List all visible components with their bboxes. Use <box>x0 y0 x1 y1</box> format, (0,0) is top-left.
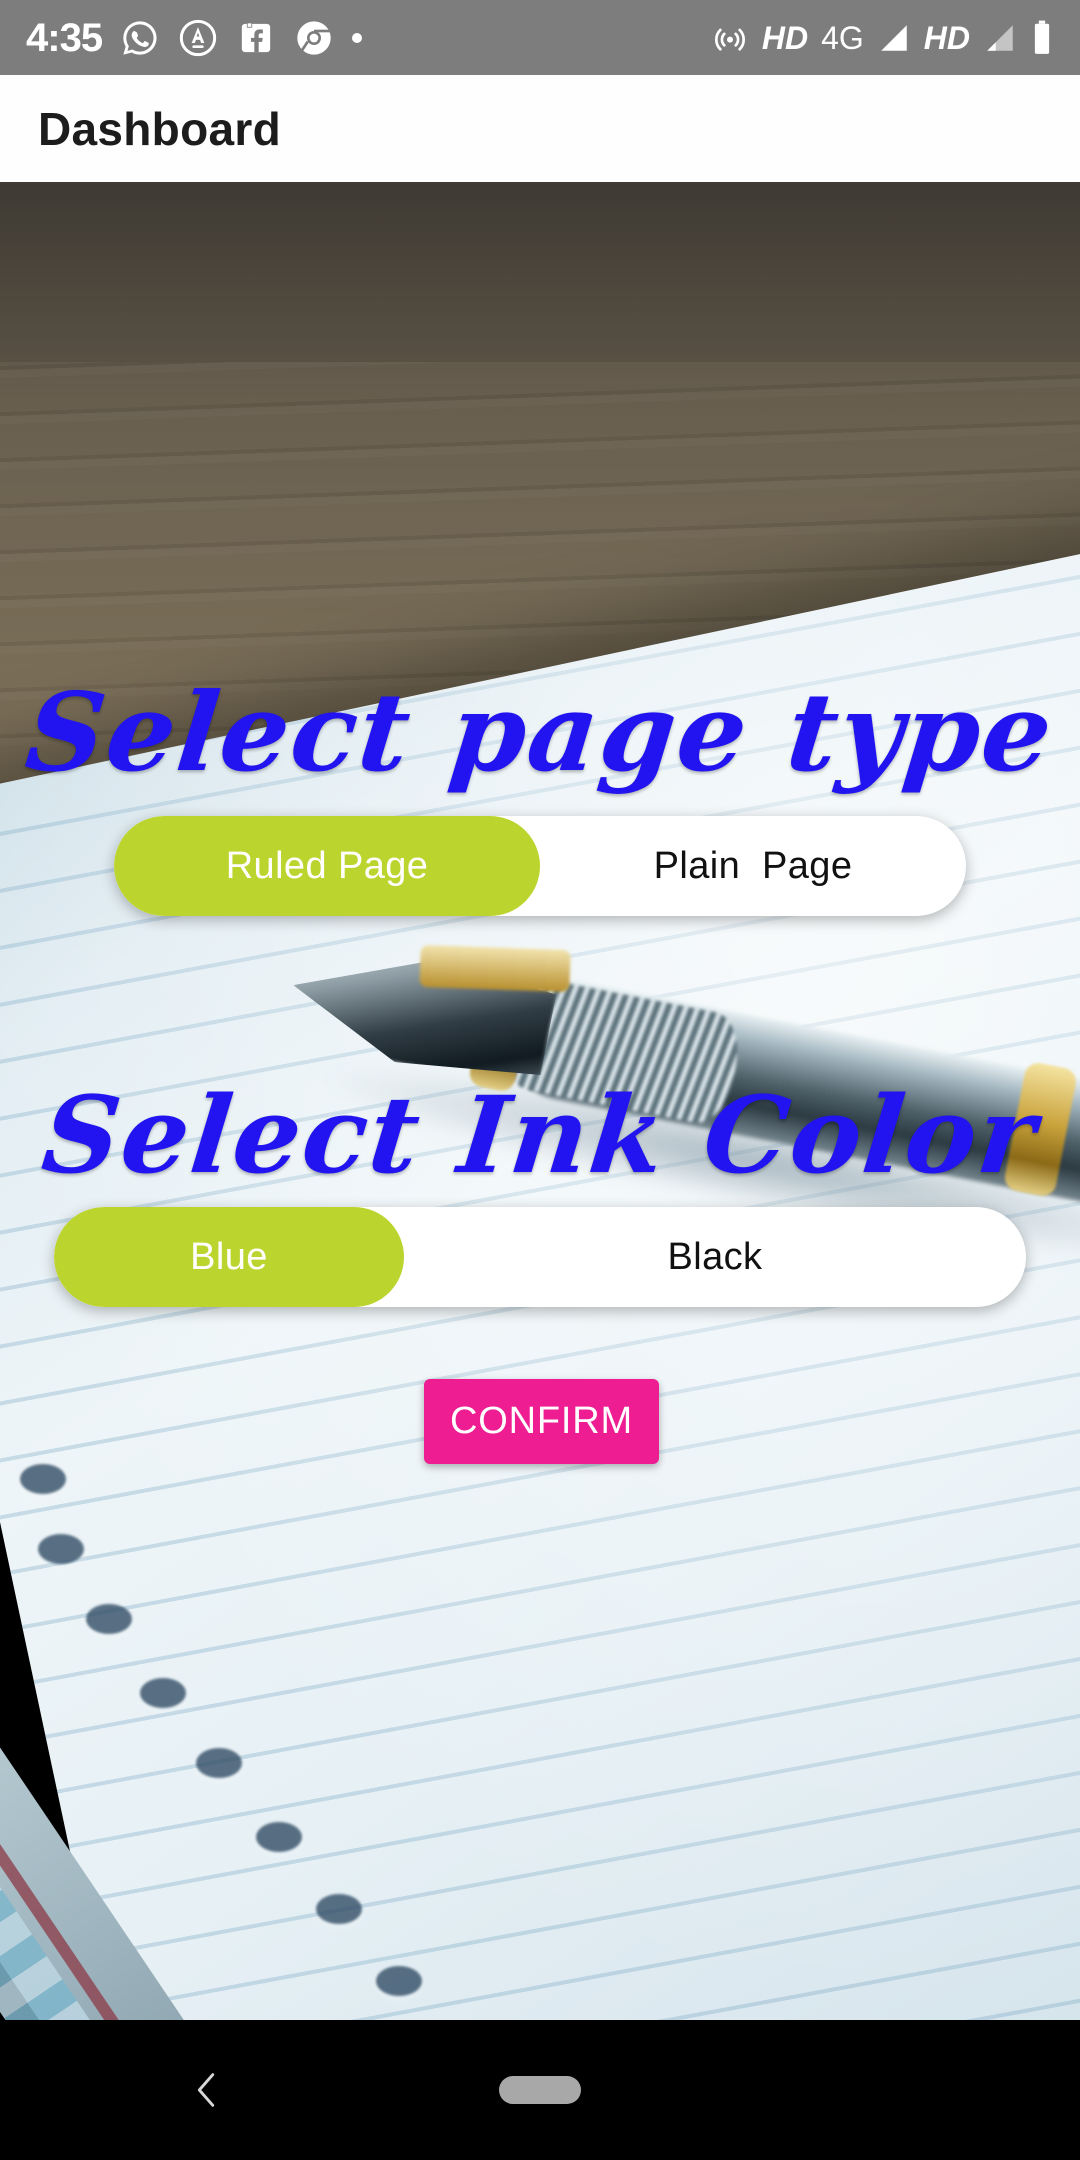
home-pill-icon[interactable] <box>499 2076 581 2104</box>
whatsapp-icon <box>120 18 160 58</box>
more-notifications-dot-icon <box>352 32 363 43</box>
chrome-icon <box>294 18 334 58</box>
ink-color-toggle[interactable]: Blue Black <box>54 1207 1026 1307</box>
facebook-icon <box>236 18 276 58</box>
signal-sim1-icon <box>877 21 911 55</box>
app-bar: Dashboard <box>0 75 1080 182</box>
page-title: Dashboard <box>38 102 281 155</box>
select-page-type-heading: Select page type <box>20 670 1060 796</box>
hd-voice-sim2-label: HD <box>923 19 970 56</box>
network-type-label: 4G <box>821 19 864 56</box>
ink-color-option-blue[interactable]: Blue <box>54 1207 404 1307</box>
page-type-toggle[interactable]: Ruled Page Plain Page <box>114 816 966 916</box>
phone-screen: 4:35 HD 4G HD Dashboard Select page type… <box>0 0 1080 2160</box>
controls-overlay: Select page type Ruled Page Plain Page S… <box>0 182 1080 2020</box>
ink-color-option-black[interactable]: Black <box>404 1207 1026 1307</box>
main-content: Select page type Ruled Page Plain Page S… <box>0 182 1080 2020</box>
confirm-button[interactable]: CONFIRM <box>424 1379 659 1464</box>
system-navigation-bar <box>0 2020 1080 2160</box>
status-bar: 4:35 HD 4G HD <box>0 0 1080 75</box>
page-type-option-plain[interactable]: Plain Page <box>540 816 966 916</box>
select-ink-color-heading: Select Ink Color <box>36 1072 1044 1197</box>
status-bar-clock: 4:35 <box>26 15 103 60</box>
hotspot-icon <box>711 19 749 57</box>
autodesk-icon <box>178 18 218 58</box>
hd-voice-sim1-label: HD <box>761 19 809 56</box>
back-chevron-icon[interactable] <box>180 2063 234 2117</box>
battery-icon <box>1030 19 1054 57</box>
signal-sim2-icon <box>983 21 1017 55</box>
status-bar-left: 4:35 <box>26 15 363 60</box>
page-type-option-ruled[interactable]: Ruled Page <box>114 816 540 916</box>
status-bar-right: HD 4G HD <box>711 19 1054 57</box>
